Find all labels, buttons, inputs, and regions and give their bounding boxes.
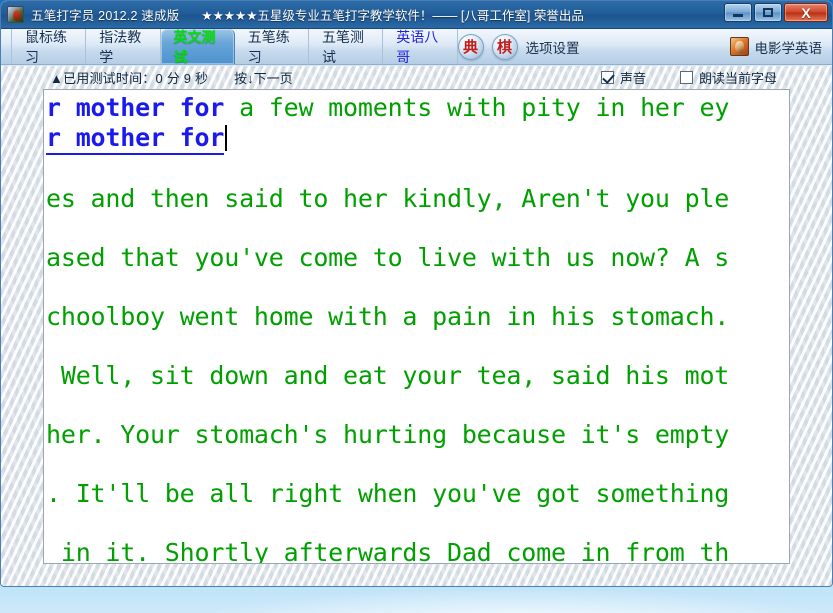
tab-english-bage[interactable]: 英语八哥	[383, 28, 458, 65]
prompt-line-2: es and then said to her kindly, Aren't y…	[46, 184, 730, 213]
text-caret	[225, 125, 228, 151]
window-controls: X	[724, 3, 828, 22]
prompt-line-6: her. Your stomach's hurting because it's…	[46, 420, 730, 449]
application-window: 五笔打字员 2012.2 速成版 ★★★★★五星级专业五笔打字教学软件！—— […	[0, 0, 833, 587]
status-bar: ▲已用测试时间：0 分 9 秒 按↓下一页 声音 朗读当前字母	[10, 66, 823, 89]
tab-label: 五笔练习	[247, 28, 290, 65]
tab-label: 鼠标练习	[25, 28, 67, 65]
prompt-line-8: in it. Shortly afterwards Dad come in fr…	[46, 538, 730, 564]
options-settings-button[interactable]: 选项设置	[526, 37, 580, 57]
typing-input[interactable]: r mother for	[46, 123, 224, 155]
tab-mouse-practice[interactable]: 鼠标练习	[11, 28, 87, 65]
dictionary-icon: 典	[462, 39, 478, 56]
window-subtitle: ★★★★★五星级专业五笔打字教学软件！—— [八哥工作室] 荣誉出品	[201, 9, 584, 23]
tab-label: 指法教学	[99, 28, 142, 65]
checkbox-icon	[679, 71, 693, 84]
tab-label: 英文测试	[173, 28, 216, 65]
checkbox-icon	[600, 71, 614, 84]
sound-label: 声音	[619, 71, 646, 86]
read-current-letter-checkbox[interactable]: 朗读当前字母	[679, 68, 777, 87]
prompt-line-5: Well, sit down and eat your tea, said hi…	[46, 361, 730, 390]
tab-wubi-test[interactable]: 五笔测试	[309, 28, 384, 65]
next-page-hint: 按↓下一页	[234, 71, 293, 86]
movie-english-button[interactable]: 电影学英语	[755, 37, 823, 57]
window-title: 五笔打字员 2012.2 速成版	[31, 9, 180, 23]
remaining-text: a few moments with pity in her ey	[239, 93, 730, 122]
title-bar: 五笔打字员 2012.2 速成版 ★★★★★五星级专业五笔打字教学软件！—— […	[1, 1, 832, 29]
status-options: 声音 朗读当前字母	[600, 68, 823, 87]
elapsed-time-label: ▲已用测试时间：0 分 9 秒	[50, 71, 209, 86]
tab-english-test[interactable]: 英文测试	[160, 28, 235, 65]
prompt-line-4: choolboy went home with a pain in his st…	[46, 302, 730, 331]
typed-correct-text: r mother for	[46, 93, 240, 122]
prompt-line-3: ased that you've come to live with us no…	[46, 243, 730, 272]
parrot-app-icon	[7, 6, 24, 23]
typing-text-panel[interactable]: r mother for a few moments with pity in …	[43, 89, 790, 564]
minimize-button[interactable]	[724, 3, 752, 22]
dictionary-button[interactable]: 典	[457, 33, 484, 60]
read-letter-label: 朗读当前字母	[698, 71, 777, 86]
close-button[interactable]: X	[784, 3, 828, 22]
close-icon: X	[801, 4, 811, 21]
maximize-button[interactable]	[754, 3, 782, 22]
tab-label: 五笔测试	[322, 28, 364, 65]
sound-checkbox[interactable]: 声音	[600, 68, 646, 87]
toolbar-right-group: 典 棋 选项设置 电影学英语	[457, 29, 833, 64]
tab-label: 英语八哥	[396, 28, 439, 65]
main-toolbar: 鼠标练习 指法教学 英文测试 五笔练习 五笔测试 英语八哥 典 棋 选项设置 电…	[1, 29, 832, 65]
prompt-line-7: . It'll be all right when you've got som…	[46, 479, 730, 508]
chess-icon: 棋	[496, 39, 512, 56]
minimize-icon	[733, 14, 743, 17]
client-area: ▲已用测试时间：0 分 9 秒 按↓下一页 声音 朗读当前字母 r mother…	[1, 66, 832, 586]
tab-fingering-teaching[interactable]: 指法教学	[86, 28, 161, 65]
chess-button[interactable]: 棋	[491, 33, 518, 60]
tab-wubi-practice[interactable]: 五笔练习	[235, 28, 309, 65]
tab-bar: 鼠标练习 指法教学 英文测试 五笔练习 五笔测试 英语八哥	[1, 28, 458, 65]
user-input-row[interactable]: r mother for	[46, 123, 787, 155]
prompt-line-1: r mother for a few moments with pity in …	[46, 93, 787, 123]
parrot-movie-icon[interactable]	[729, 37, 749, 56]
maximize-icon	[763, 8, 773, 17]
